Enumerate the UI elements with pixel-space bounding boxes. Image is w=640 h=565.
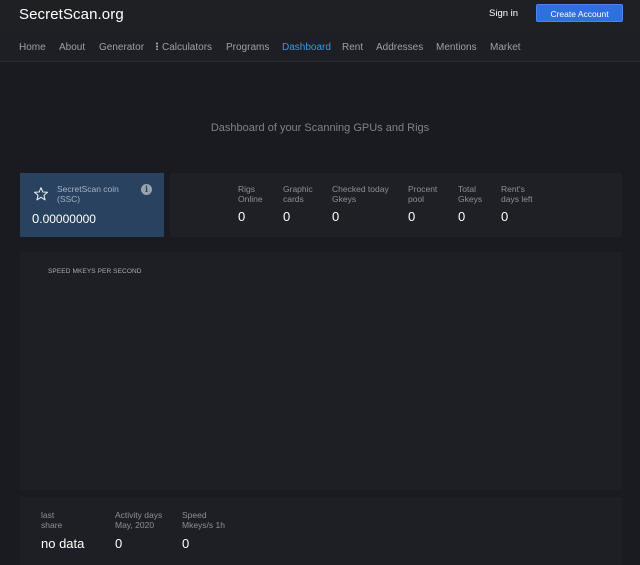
stat-value: 0 [458,209,466,224]
stat-label: Graphic cards [283,184,313,204]
stat-last-share: last share no data [41,510,84,551]
site-logo[interactable]: SecretScan.org [19,6,124,23]
activity-panel: last share no data Activity days May, 20… [20,497,622,565]
nav-item-about[interactable]: About [59,42,85,53]
stat-speed-1h: Speed Mkeys/s 1h 0 [182,510,225,551]
coin-balance-fraction: .00000000 [39,212,96,226]
nav-item-home[interactable]: Home [19,42,46,53]
stat-graphic-cards: Graphic cards 0 [283,184,313,224]
stat-value: 0 [182,536,190,551]
info-icon[interactable]: i [141,184,152,195]
nav-item-dashboard[interactable]: Dashboard [282,42,331,53]
stat-value: 0 [501,209,509,224]
create-account-button[interactable]: Create Account [536,4,623,22]
speed-chart-title: SPEED MKEYS PER SECOND [48,268,142,275]
stat-label: Rigs Online [238,184,263,204]
nav-item-market[interactable]: Market [490,42,521,53]
coin-label: SecretScan coin (SSC) [57,184,137,204]
stat-label: Speed Mkeys/s 1h [182,510,225,530]
stat-label: Checked today Gkeys [332,184,389,204]
kebab-menu-icon [156,42,158,50]
sign-in-link[interactable]: Sign in [489,8,518,19]
rig-stats-card: Rigs Online 0 Graphic cards 0 Checked to… [170,173,622,237]
nav-item-rent[interactable]: Rent [342,42,363,53]
nav-item-calculators-label: Calculators [162,42,213,53]
nav-item-calculators[interactable]: Calculators [156,42,212,53]
stat-rigs-online: Rigs Online 0 [238,184,263,224]
coin-balance-card: SecretScan coin (SSC) i 0.00000000 [20,173,164,237]
stat-value: 0 [283,209,291,224]
stat-label: Procent pool [408,184,438,204]
page-title: Dashboard of your Scanning GPUs and Rigs [210,122,430,134]
stat-value: no data [41,536,85,551]
stat-label: Activity days May, 2020 [115,510,163,530]
nav-item-programs[interactable]: Programs [226,42,269,53]
stat-label: Total Gkeys [458,184,483,204]
stat-value: 0 [115,536,123,551]
main-nav: Home About Generator Calculators Program… [0,32,640,62]
stat-label: Rent's days left [501,184,533,204]
coin-label-name: SecretScan coin [57,184,119,194]
top-bar: SecretScan.org Sign in Create Account [0,0,640,32]
nav-item-mentions[interactable]: Mentions [436,42,477,53]
stat-value: 0 [408,209,416,224]
stat-value: 0 [238,209,246,224]
stat-checked-today: Checked today Gkeys 0 [332,184,389,224]
stat-label: last share [41,510,63,530]
nav-item-generator[interactable]: Generator [99,42,144,53]
stat-rent-days-left: Rent's days left 0 [501,184,533,224]
stat-procent-pool: Procent pool 0 [408,184,437,224]
stat-total-gkeys: Total Gkeys 0 [458,184,482,224]
stat-activity-days: Activity days May, 2020 0 [115,510,162,551]
star-icon[interactable] [33,186,49,202]
nav-item-addresses[interactable]: Addresses [376,42,423,53]
coin-label-ticker: (SSC) [57,194,81,204]
stat-value: 0 [332,209,340,224]
speed-chart-panel: SPEED MKEYS PER SECOND [20,252,622,490]
coin-balance-value: 0.00000000 [32,211,96,226]
